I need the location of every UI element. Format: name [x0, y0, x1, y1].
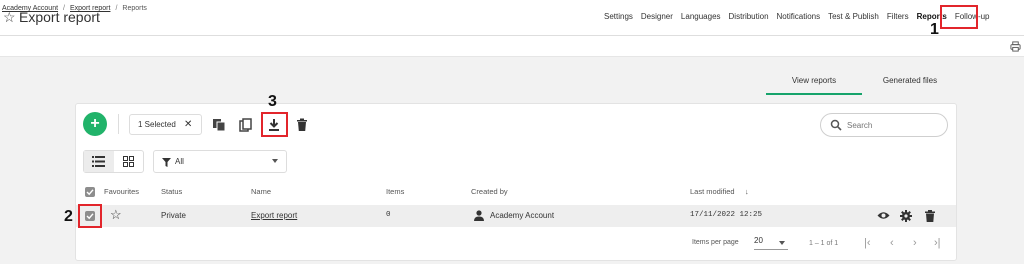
- add-report-button[interactable]: +: [83, 112, 107, 136]
- nav-designer[interactable]: Designer: [641, 12, 673, 21]
- eye-icon[interactable]: [877, 211, 890, 220]
- annotation-box-download: [261, 112, 288, 137]
- annotation-box-checkbox: [78, 204, 102, 228]
- column-header-created-by[interactable]: Created by: [471, 187, 508, 196]
- chevron-down-icon: [779, 241, 785, 245]
- copy-icon[interactable]: [212, 118, 226, 132]
- prev-page-icon[interactable]: ‹: [890, 237, 894, 249]
- trash-icon[interactable]: [295, 118, 309, 132]
- sort-arrow-icon: ↓: [745, 187, 749, 196]
- row-name-link[interactable]: Export report: [251, 211, 297, 220]
- search-icon: [830, 119, 842, 131]
- table-header: Favourites Status Name Items Created by …: [76, 183, 956, 201]
- annotation-box-reports: [940, 5, 978, 29]
- print-icon[interactable]: [1010, 41, 1021, 52]
- next-page-icon[interactable]: ›: [913, 237, 917, 249]
- person-icon: [474, 210, 484, 221]
- row-items: 0: [386, 211, 391, 219]
- toolbar-divider: [118, 114, 119, 134]
- clear-selection-icon[interactable]: ✕: [184, 115, 192, 134]
- selection-chip: 1 Selected ✕: [129, 114, 202, 135]
- column-header-items[interactable]: Items: [386, 187, 404, 196]
- items-per-page-value: 20: [754, 236, 763, 245]
- tab-view-reports[interactable]: View reports: [766, 70, 862, 95]
- items-per-page-select[interactable]: 20: [754, 236, 788, 250]
- nav-settings[interactable]: Settings: [604, 12, 633, 21]
- report-tabs: View reports Generated files: [766, 70, 958, 95]
- column-header-name[interactable]: Name: [251, 187, 271, 196]
- annotation-number-2: 2: [64, 208, 73, 225]
- column-header-last-modified[interactable]: Last modified: [690, 187, 735, 196]
- breadcrumb: Academy Account / Export report / Reports: [2, 5, 147, 12]
- favourite-star-icon[interactable]: ☆: [110, 207, 122, 223]
- search-box[interactable]: [820, 113, 948, 137]
- column-header-status[interactable]: Status: [161, 187, 182, 196]
- breadcrumb-export-report[interactable]: Export report: [70, 5, 110, 12]
- grid-view-button[interactable]: [114, 151, 144, 172]
- duplicate-icon[interactable]: [239, 118, 253, 132]
- chevron-down-icon: [272, 159, 278, 163]
- items-per-page-label: Items per page: [692, 239, 739, 246]
- row-last-modified: 17/11/2022 12:25: [690, 211, 763, 219]
- filter-value: All: [175, 157, 184, 166]
- gear-icon[interactable]: [900, 210, 912, 222]
- top-nav: Settings Designer Languages Distribution…: [604, 12, 998, 21]
- pagination-range: 1 – 1 of 1: [809, 240, 839, 247]
- breadcrumb-separator: /: [63, 5, 65, 12]
- list-view-icon: [92, 156, 106, 167]
- column-header-favourites[interactable]: Favourites: [104, 187, 139, 196]
- nav-filters[interactable]: Filters: [887, 12, 909, 21]
- tab-generated-files[interactable]: Generated files: [862, 70, 958, 95]
- select-all-checkbox[interactable]: [85, 187, 95, 197]
- search-input[interactable]: [845, 118, 941, 132]
- breadcrumb-current: Reports: [122, 5, 147, 12]
- trash-icon[interactable]: [925, 210, 935, 222]
- row-status: Private: [161, 211, 186, 220]
- first-page-icon[interactable]: |‹: [864, 237, 871, 249]
- view-toggle: [83, 150, 144, 173]
- nav-languages[interactable]: Languages: [681, 12, 721, 21]
- nav-test-publish[interactable]: Test & Publish: [828, 12, 879, 21]
- nav-notifications[interactable]: Notifications: [777, 12, 821, 21]
- filter-dropdown[interactable]: All: [153, 150, 287, 173]
- last-page-icon[interactable]: ›|: [934, 237, 941, 249]
- selection-count: 1 Selected: [138, 120, 176, 129]
- grid-view-icon: [122, 156, 134, 167]
- breadcrumb-bar: [0, 37, 1024, 57]
- breadcrumb-separator: /: [115, 5, 118, 12]
- annotation-number-3: 3: [268, 93, 277, 110]
- list-view-button[interactable]: [84, 151, 114, 172]
- breadcrumb-academy-account[interactable]: Academy Account: [2, 5, 58, 12]
- table-row[interactable]: ☆ Private Export report 0 Academy Accoun…: [76, 205, 956, 227]
- filter-icon: [162, 158, 171, 167]
- nav-distribution[interactable]: Distribution: [729, 12, 769, 21]
- row-created-by: Academy Account: [490, 211, 555, 220]
